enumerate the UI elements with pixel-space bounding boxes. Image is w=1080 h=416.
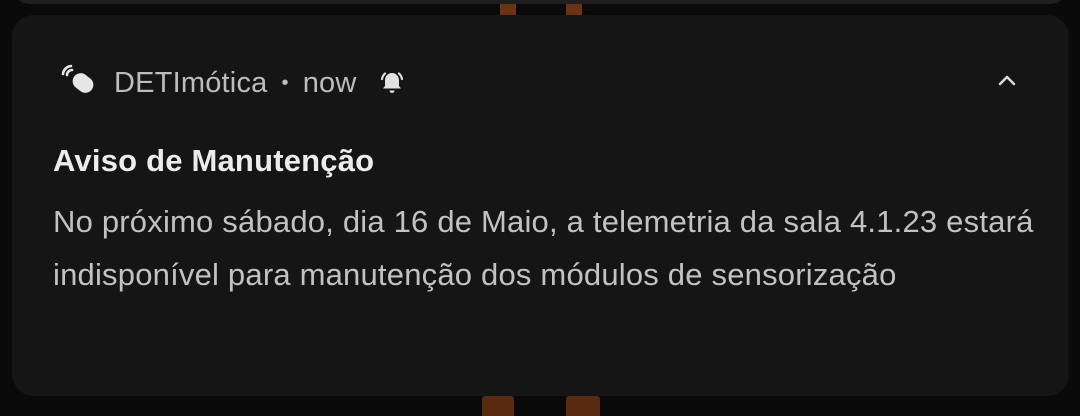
collapse-button[interactable] (989, 65, 1025, 101)
app-name: DETImótica (114, 66, 268, 99)
notification-card[interactable]: DETImótica • now Aviso de Manutenção No … (12, 15, 1069, 396)
wallpaper-stripe (482, 396, 514, 416)
notification-title: Aviso de Manutenção (53, 143, 375, 178)
wallpaper-stripe (566, 396, 600, 416)
chevron-up-icon (995, 69, 1019, 98)
sensor-tag-icon (58, 62, 100, 104)
notification-time: now (302, 66, 357, 99)
separator-dot: • (281, 71, 289, 94)
previous-notification-card[interactable] (12, 0, 1068, 4)
notification-header: DETImótica • now (58, 62, 407, 104)
notification-body: No próximo sábado, dia 16 de Maio, a tel… (53, 204, 1034, 292)
bell-alert-icon (377, 68, 407, 98)
